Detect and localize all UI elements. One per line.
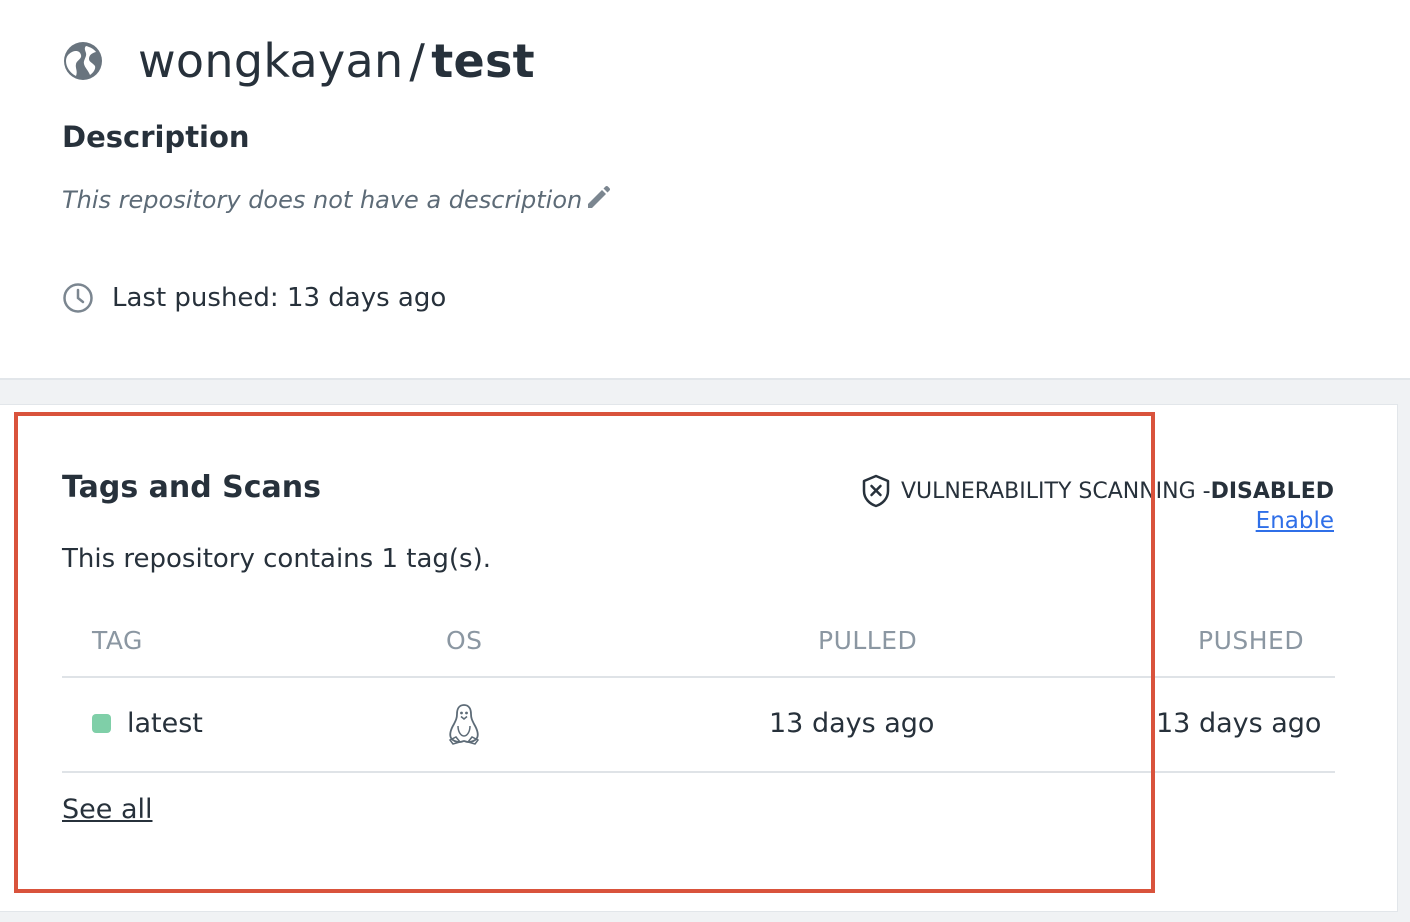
repo-heading: wongkayan / test — [62, 34, 535, 88]
tag-status-dot — [92, 714, 111, 733]
globe-icon — [64, 42, 102, 80]
last-pushed-text: Last pushed: 13 days ago — [112, 283, 447, 313]
scan-state: DISABLED — [1210, 478, 1334, 504]
table-row-divider — [62, 771, 1335, 773]
tag-cell[interactable]: latest — [92, 708, 203, 739]
table-header-divider — [62, 676, 1335, 678]
column-header-tag: TAG — [92, 626, 143, 655]
scan-label: VULNERABILITY SCANNING - — [900, 478, 1211, 504]
pencil-edit-icon[interactable] — [584, 184, 612, 212]
pushed-cell: 13 days ago — [1156, 708, 1322, 739]
repo-name: test — [431, 34, 535, 88]
pulled-cell: 13 days ago — [769, 708, 935, 739]
linux-icon — [448, 704, 480, 745]
repository-header-panel: wongkayan / test Description This reposito… — [0, 0, 1410, 380]
column-header-pulled: PULLED — [818, 626, 918, 655]
tag-name: latest — [127, 708, 203, 739]
repo-namespace[interactable]: wongkayan — [138, 34, 403, 88]
description-text: This repository does not have a descript… — [62, 186, 583, 214]
repo-separator: / — [409, 34, 426, 88]
column-header-os: OS — [446, 626, 483, 655]
clock-icon — [63, 283, 93, 313]
repo-title: wongkayan / test — [138, 34, 535, 88]
see-all-link[interactable]: See all — [62, 794, 153, 825]
column-header-pushed: PUSHED — [1198, 626, 1305, 655]
vulnerability-scanning-status: VULNERABILITY SCANNING - DISABLED — [861, 474, 1334, 508]
tag-count-text: This repository contains 1 tag(s). — [62, 544, 491, 574]
enable-scanning-link[interactable]: Enable — [1256, 508, 1334, 534]
last-pushed: Last pushed: 13 days ago — [62, 282, 446, 314]
shield-x-icon — [862, 474, 890, 508]
tags-and-scans-title: Tags and Scans — [62, 470, 321, 505]
description-heading: Description — [62, 120, 250, 154]
